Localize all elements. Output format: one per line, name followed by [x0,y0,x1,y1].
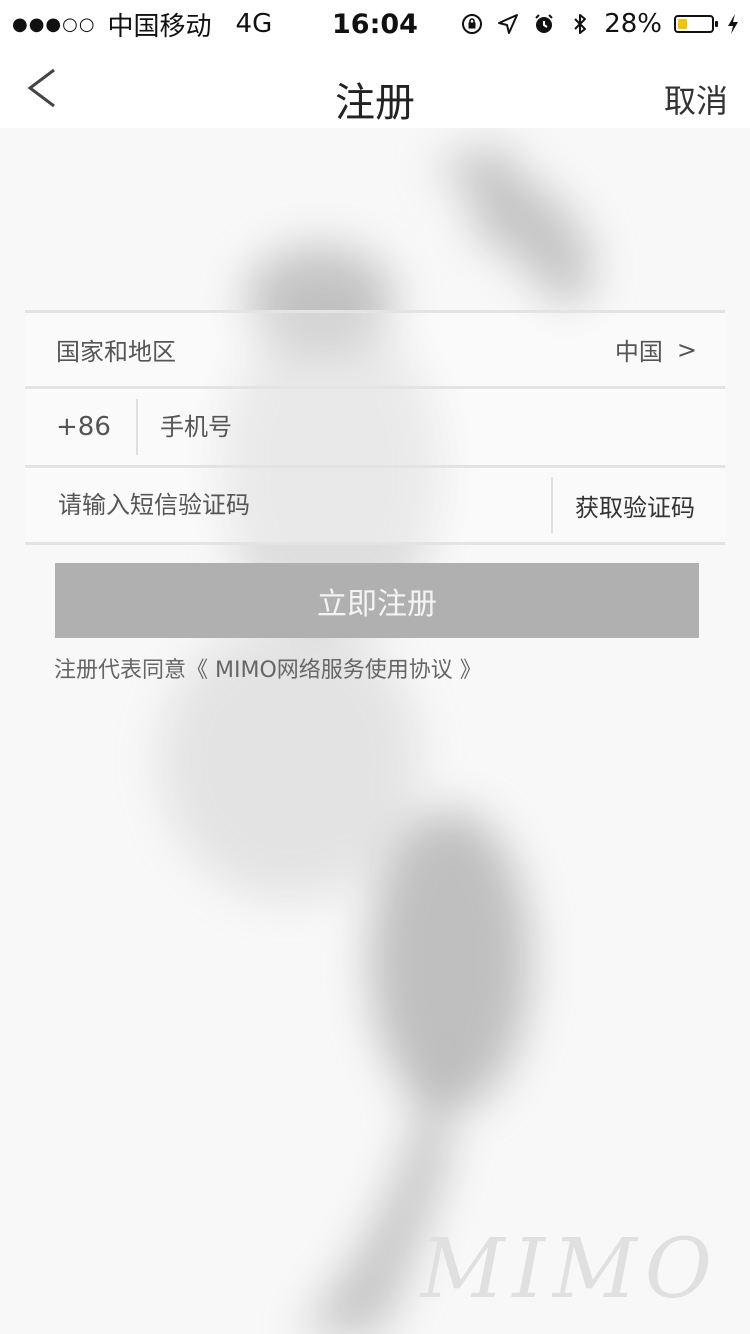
get-code-button[interactable]: 获取验证码 [575,488,695,523]
network-type: 4G [235,9,273,39]
sms-code-row: 获取验证码 [25,465,725,545]
cancel-button[interactable]: 取消 [664,76,728,122]
region-value: 中国 [614,338,663,366]
status-bar: ●●●○○ 中国移动 4G 16:04 28% [0,0,750,48]
page-title: 注册 [335,80,415,126]
navigation-bar: 注册 取消 [0,48,750,128]
signal-strength-icon: ●●●○○ [12,13,96,35]
sms-code-input[interactable] [56,490,520,520]
agreement-link[interactable]: 注册代表同意《 MIMO网络服务使用协议 》 [54,652,482,684]
region-row[interactable]: 国家和地区 中国 > [25,310,725,386]
battery-icon [674,15,718,33]
phone-divider [136,399,138,455]
carrier-name: 中国移动 [107,11,212,42]
register-button[interactable]: 立即注册 [55,563,699,638]
mimo-watermark-logo: MIMO [420,1222,720,1317]
bluetooth-icon [574,14,587,34]
phone-row: +86 [25,386,725,465]
code-divider [551,477,553,533]
region-label: 国家和地区 [56,338,176,366]
region-selector[interactable]: 中国 > [615,332,697,367]
alarm-icon [535,14,553,33]
country-code[interactable]: +86 [56,412,132,442]
chevron-right-icon: > [676,335,697,364]
charging-icon [728,14,738,34]
register-form: 国家和地区 中国 > +86 获取验证码 [25,310,725,545]
location-icon [498,14,519,34]
back-chevron-icon[interactable] [22,66,62,110]
phone-input[interactable] [158,412,582,442]
rotation-lock-icon [462,14,483,34]
battery-percent: 28% [604,9,662,39]
